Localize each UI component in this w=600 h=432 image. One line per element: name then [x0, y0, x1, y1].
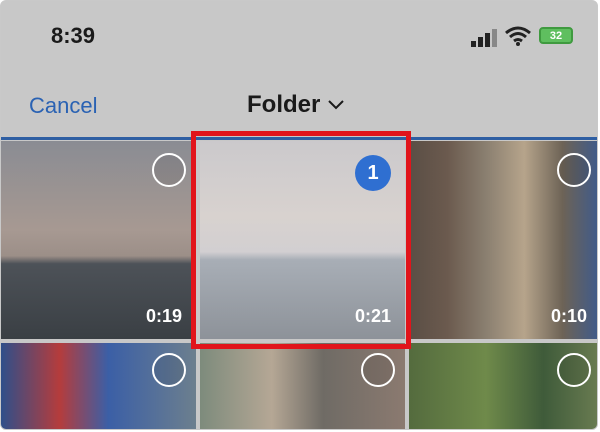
status-bar: 8:39 32 [1, 1, 597, 73]
status-time: 8:39 [51, 23, 96, 48]
media-thumbnail[interactable] [200, 343, 405, 429]
select-circle-icon[interactable] [152, 353, 186, 387]
folder-selector[interactable]: Folder [247, 91, 345, 119]
media-thumbnail[interactable] [409, 343, 597, 429]
battery-level: 32 [549, 29, 563, 42]
select-circle-icon[interactable] [152, 153, 186, 187]
video-duration: 0:10 [550, 306, 587, 326]
video-duration: 0:19 [145, 306, 182, 326]
select-circle-icon[interactable] [361, 353, 395, 387]
folder-label: Folder [247, 91, 321, 118]
media-thumbnail[interactable]: 0:19 [1, 141, 196, 339]
signal-icon [471, 29, 497, 47]
battery-icon: 32 [539, 27, 573, 44]
wifi-icon [505, 26, 531, 46]
media-thumbnail[interactable] [1, 343, 196, 429]
selection-highlight-frame [191, 131, 411, 349]
select-circle-icon[interactable] [557, 153, 591, 187]
photo-picker-screen: 8:39 32 Cancel Folder 0:19 1 0:21 0:10 [0, 0, 598, 430]
chevron-down-icon [328, 100, 345, 110]
select-circle-icon[interactable] [557, 353, 591, 387]
cancel-button[interactable]: Cancel [29, 93, 97, 119]
media-thumbnail[interactable]: 0:10 [409, 141, 597, 339]
